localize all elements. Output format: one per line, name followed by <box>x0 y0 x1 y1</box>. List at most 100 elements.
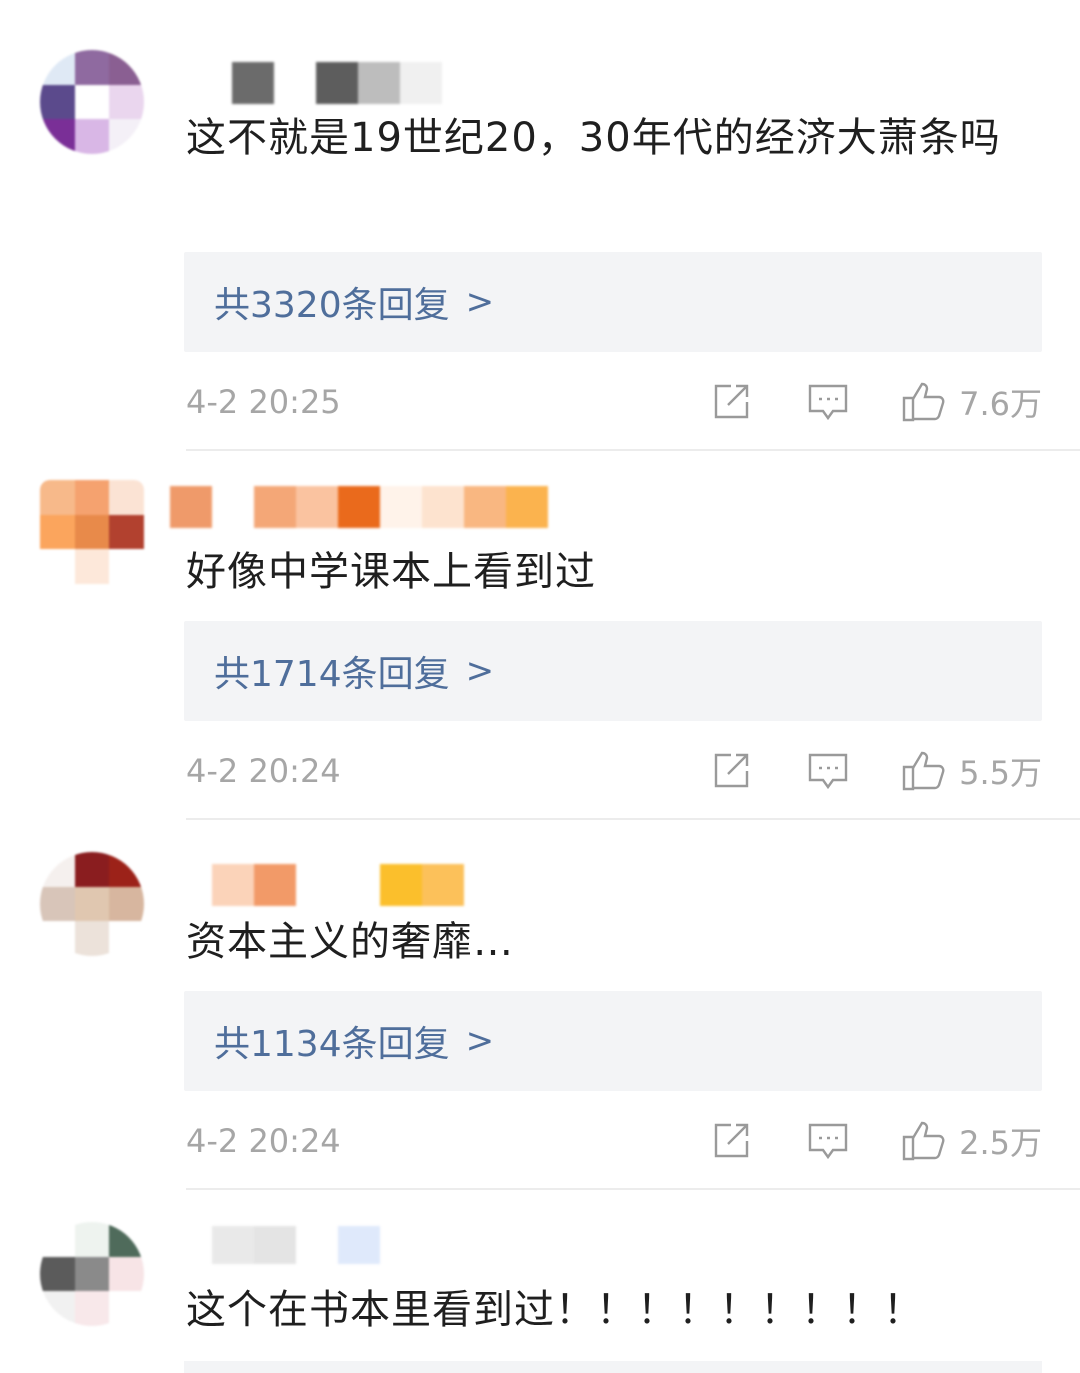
divider <box>186 818 1080 820</box>
avatar-pixel <box>109 1291 144 1326</box>
username-pixel <box>212 1226 254 1264</box>
username-pixel <box>212 486 254 528</box>
comment-meta: 4-2 20:24 2.5万 <box>186 1116 1042 1166</box>
username-pixel <box>400 62 442 104</box>
username-pixel <box>170 864 212 906</box>
chevron-right-icon: > <box>465 651 495 691</box>
like-button[interactable]: 5.5万 <box>901 748 1042 794</box>
comment-icon <box>808 384 848 421</box>
username-pixel <box>380 486 422 528</box>
avatar-pixel <box>74 1256 110 1292</box>
username-pixel <box>422 486 464 528</box>
avatar-pixel <box>40 50 75 85</box>
view-replies-button[interactable]: 共1714条回复 > <box>184 621 1042 721</box>
comment-icon <box>808 753 848 790</box>
comment-meta: 4-2 20:24 5.5万 <box>186 746 1042 796</box>
avatar[interactable] <box>40 852 144 956</box>
avatar-pixel <box>109 514 144 550</box>
share-icon <box>714 1123 749 1158</box>
avatar-pixel <box>40 549 75 584</box>
username-pixel <box>338 1226 380 1264</box>
avatar-pixel <box>109 480 144 515</box>
avatar-pixel <box>109 119 144 154</box>
like-count: 5.5万 <box>959 754 1042 792</box>
avatar-pixel <box>40 514 75 550</box>
username-pixel <box>170 1226 212 1264</box>
username-blurred[interactable] <box>170 486 548 528</box>
avatar-pixel <box>74 852 110 887</box>
username-pixel <box>422 864 464 906</box>
username-pixel <box>232 62 274 104</box>
like-button[interactable]: 2.5万 <box>901 1118 1042 1164</box>
comment-icon <box>808 1123 848 1160</box>
avatar-pixel <box>74 549 110 584</box>
avatar-pixel <box>74 886 110 922</box>
replies-count-label: 共3320条回复 <box>214 285 450 326</box>
comment-text: 这不就是19世纪20，30年代的经济大萧条吗 <box>186 115 1001 161</box>
username-pixel <box>316 62 358 104</box>
username-pixel <box>190 62 232 104</box>
comment-text: 好像中学课本上看到过 <box>186 549 596 595</box>
avatar-pixel <box>40 921 75 956</box>
timestamp: 4-2 20:24 <box>186 752 341 790</box>
username-pixel <box>254 864 296 906</box>
reply-button[interactable] <box>807 382 849 422</box>
username-pixel <box>274 62 316 104</box>
share-icon <box>714 753 749 788</box>
avatar-pixel <box>74 1291 110 1326</box>
avatar-pixel <box>109 886 144 922</box>
username-blurred[interactable] <box>190 62 442 104</box>
avatar[interactable] <box>40 1222 144 1326</box>
share-button[interactable] <box>711 382 751 422</box>
like-button[interactable]: 7.6万 <box>901 379 1042 425</box>
share-button[interactable] <box>711 751 751 791</box>
divider <box>186 1188 1080 1190</box>
username-pixel <box>464 486 506 528</box>
avatar-pixel <box>109 84 144 120</box>
comment-text: 这个在书本里看到过！！！！！！！！！ <box>186 1287 924 1333</box>
share-icon <box>714 384 749 419</box>
reply-box-peek <box>184 1361 1042 1373</box>
username-pixel <box>506 486 548 528</box>
share-button[interactable] <box>711 1121 751 1161</box>
avatar-pixel <box>74 1222 110 1257</box>
view-replies-button[interactable]: 共3320条回复 > <box>184 252 1042 352</box>
username-blurred[interactable] <box>170 1226 380 1264</box>
avatar-pixel <box>74 921 110 956</box>
avatar-pixel <box>109 1222 144 1257</box>
avatar[interactable] <box>40 50 144 154</box>
reply-button[interactable] <box>807 1121 849 1161</box>
username-pixel <box>380 864 422 906</box>
username-pixel <box>338 864 380 906</box>
username-pixel <box>296 1226 338 1264</box>
username-pixel <box>254 1226 296 1264</box>
chevron-right-icon: > <box>465 282 495 322</box>
timestamp: 4-2 20:25 <box>186 383 341 421</box>
avatar-pixel <box>40 119 75 154</box>
avatar[interactable] <box>40 480 144 584</box>
avatar-pixel <box>74 514 110 550</box>
thumbs-up-icon <box>902 382 945 422</box>
thumbs-up-icon <box>902 751 945 791</box>
thumbs-up-icon <box>902 1121 945 1161</box>
view-replies-button[interactable]: 共1134条回复 > <box>184 991 1042 1091</box>
reply-button[interactable] <box>807 751 849 791</box>
avatar-pixel <box>109 921 144 956</box>
username-pixel <box>296 864 338 906</box>
avatar-pixel <box>40 1256 75 1292</box>
comment-text: 资本主义的奢靡… <box>186 919 514 965</box>
username-blurred[interactable] <box>170 864 464 906</box>
username-pixel <box>338 486 380 528</box>
avatar-pixel <box>74 119 110 154</box>
replies-count-label: 共1714条回复 <box>214 654 450 695</box>
avatar-pixel <box>109 50 144 85</box>
avatar-pixel <box>109 549 144 584</box>
avatar-pixel <box>40 852 75 887</box>
avatar-pixel <box>74 480 110 515</box>
avatar-pixel <box>40 480 75 515</box>
username-pixel <box>212 864 254 906</box>
avatar-pixel <box>40 1291 75 1326</box>
replies-count-label: 共1134条回复 <box>214 1024 450 1065</box>
username-pixel <box>296 486 338 528</box>
avatar-pixel <box>40 84 75 120</box>
